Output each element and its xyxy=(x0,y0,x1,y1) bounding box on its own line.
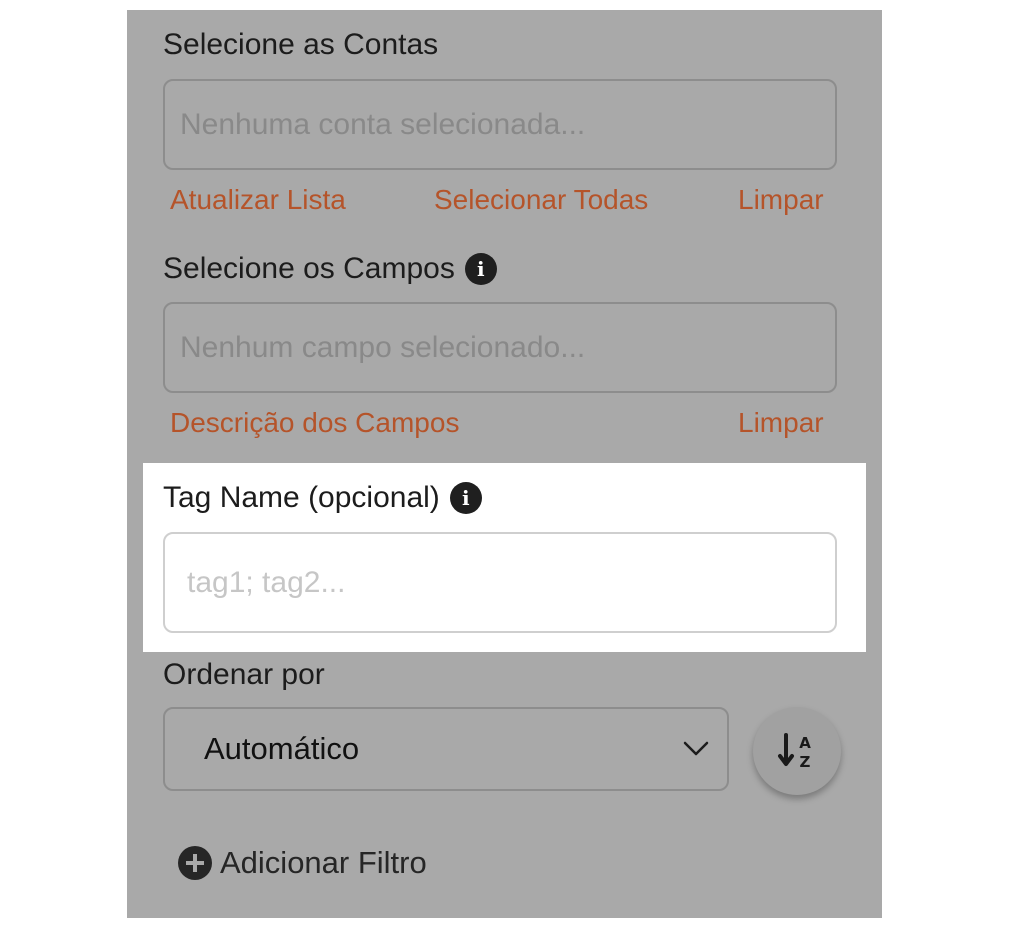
clear-fields-link[interactable]: Limpar xyxy=(738,407,824,439)
sort-direction-button[interactable]: A Z xyxy=(753,707,841,795)
sort-alpha-down-icon: A Z xyxy=(778,733,811,771)
add-filter-label: Adicionar Filtro xyxy=(220,845,427,880)
sort-by-select[interactable]: Automático xyxy=(163,707,729,791)
fields-select-field[interactable]: Nenhum campo selecionado... xyxy=(163,302,837,393)
chevron-down-icon xyxy=(683,741,709,756)
add-filter-button[interactable]: Adicionar Filtro xyxy=(178,845,427,881)
refresh-list-link[interactable]: Atualizar Lista xyxy=(170,184,346,216)
sort-by-value: Automático xyxy=(204,731,360,766)
fields-label-text: Selecione os Campos xyxy=(163,252,455,285)
info-icon[interactable]: i xyxy=(449,482,482,514)
accounts-select-field[interactable]: Nenhuma conta selecionada... xyxy=(163,79,837,170)
sort-glyph-a: A xyxy=(799,734,811,752)
tag-name-label: Tag Name (opcional) i xyxy=(163,481,482,515)
sort-label: Ordenar por xyxy=(163,658,325,692)
tag-name-placeholder: tag1; tag2... xyxy=(187,565,346,599)
plus-circle-icon xyxy=(178,846,212,880)
accounts-label: Selecione as Contas xyxy=(163,28,438,62)
info-icon[interactable]: i xyxy=(464,253,497,285)
sort-label-text: Ordenar por xyxy=(163,658,325,691)
sort-glyph-z: Z xyxy=(800,753,811,771)
fields-placeholder: Nenhum campo selecionado... xyxy=(180,330,586,364)
fields-label: Selecione os Campos i xyxy=(163,252,497,286)
tag-name-input[interactable]: tag1; tag2... xyxy=(163,532,837,633)
clear-accounts-link[interactable]: Limpar xyxy=(738,184,824,216)
accounts-placeholder: Nenhuma conta selecionada... xyxy=(180,107,586,141)
select-all-link[interactable]: Selecionar Todas xyxy=(434,184,648,216)
accounts-label-text: Selecione as Contas xyxy=(163,28,439,61)
tag-name-label-text: Tag Name (opcional) xyxy=(163,481,440,514)
fields-description-link[interactable]: Descrição dos Campos xyxy=(170,407,459,439)
